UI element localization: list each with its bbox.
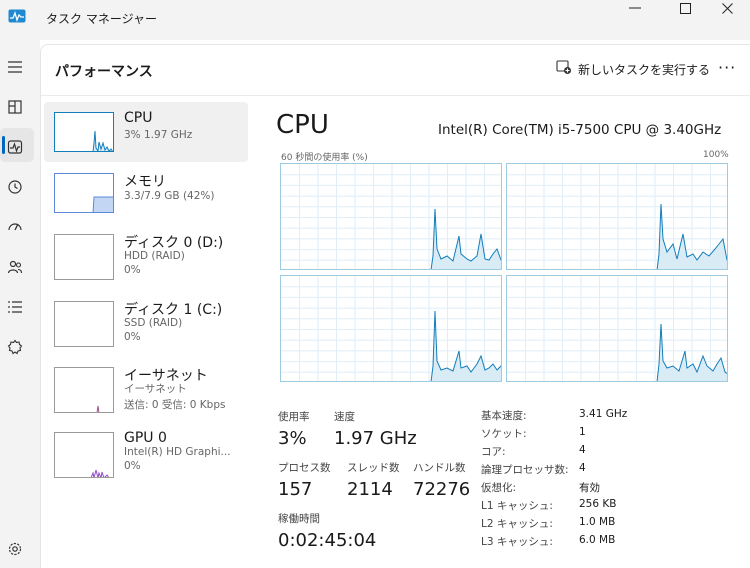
hamburger-icon[interactable] xyxy=(4,56,26,78)
maximize-button[interactable] xyxy=(662,0,708,16)
spec-key: 基本速度: xyxy=(481,410,527,422)
spec-value: 4 xyxy=(579,462,586,474)
resource-item-ethernet[interactable]: イーサネット イーサネット 送信: 0 受信: 0 Kbps xyxy=(44,357,248,417)
resource-name: GPU 0 xyxy=(124,430,167,446)
services-icon[interactable] xyxy=(4,336,26,358)
processes-value: 157 xyxy=(278,479,313,500)
spec-l2-cache: L2 キャッシュ: 1.0 MB xyxy=(481,516,721,534)
spec-key: ソケット: xyxy=(481,428,527,440)
cpu-core-graph-0 xyxy=(280,163,502,270)
spec-virtualization: 仮想化: 有効 xyxy=(481,480,721,498)
resource-name: CPU xyxy=(124,110,153,126)
resource-detail: Intel(R) HD Graphi... xyxy=(124,446,231,458)
cpu-thumbnail-graph xyxy=(54,112,114,152)
navigation-rail xyxy=(0,40,40,568)
resource-usage: 0% xyxy=(124,264,141,276)
disk-1-thumbnail-graph xyxy=(54,301,114,347)
resource-item-cpu[interactable]: CPU 3% 1.97 GHz xyxy=(44,102,248,162)
spec-key: L3 キャッシュ: xyxy=(481,536,553,548)
memory-thumbnail-graph xyxy=(54,173,114,213)
task-manager-app-icon xyxy=(8,8,26,23)
utilization-label: 使用率 xyxy=(278,411,310,423)
performance-icon[interactable] xyxy=(4,136,26,158)
resource-item-gpu-0[interactable]: GPU 0 Intel(R) HD Graphi... 0% xyxy=(44,422,248,482)
resource-detail: 3% 1.97 GHz xyxy=(124,129,193,141)
cpu-model-name: Intel(R) Core(TM) i5-7500 CPU @ 3.40GHz xyxy=(438,122,722,138)
spec-key: 仮想化: xyxy=(481,482,517,494)
resource-name: ディスク 1 (C:) xyxy=(124,302,223,318)
spec-l3-cache: L3 キャッシュ: 6.0 MB xyxy=(481,534,721,552)
spec-value: 1 xyxy=(579,426,586,438)
history-icon[interactable] xyxy=(4,176,26,198)
uptime-label: 稼働時間 xyxy=(278,513,320,525)
cpu-core-graph-1 xyxy=(506,163,728,270)
disk-0-thumbnail-graph xyxy=(54,234,114,280)
spec-value: 4 xyxy=(579,444,586,456)
utilization-value: 3% xyxy=(278,428,307,449)
close-button[interactable] xyxy=(704,0,750,16)
spec-value: 有効 xyxy=(579,482,600,494)
spec-value: 1.0 MB xyxy=(579,516,616,528)
run-new-task-button[interactable]: 新しいタスクを実行する xyxy=(556,60,710,78)
resource-name: ディスク 0 (D:) xyxy=(124,235,224,251)
resource-usage: 0% xyxy=(124,331,141,343)
spec-base-speed: 基本速度: 3.41 GHz xyxy=(481,408,721,426)
gpu-thumbnail-graph xyxy=(54,432,114,478)
spec-cores: コア: 4 xyxy=(481,444,721,462)
resource-item-disk-1[interactable]: ディスク 1 (C:) SSD (RAID) 0% xyxy=(44,291,248,351)
threads-value: 2114 xyxy=(347,479,393,500)
spec-value: 6.0 MB xyxy=(579,534,616,546)
spec-key: L2 キャッシュ: xyxy=(481,518,553,530)
ethernet-thumbnail-graph xyxy=(54,367,114,413)
resource-detail: 3.3/7.9 GB (42%) xyxy=(124,190,215,202)
spec-value: 3.41 GHz xyxy=(579,408,628,420)
users-icon[interactable] xyxy=(4,256,26,278)
resource-name: メモリ xyxy=(124,174,166,190)
speed-label: 速度 xyxy=(334,411,355,423)
resource-detail: イーサネット xyxy=(124,383,187,395)
graph-caption: 60 秒間の使用率 (%) xyxy=(281,153,368,163)
speed-value: 1.97 GHz xyxy=(334,428,417,449)
spec-sockets: ソケット: 1 xyxy=(481,426,721,444)
spec-key: コア: xyxy=(481,446,506,458)
new-task-icon xyxy=(556,60,572,78)
spec-l1-cache: L1 キャッシュ: 256 KB xyxy=(481,498,721,516)
new-task-label: 新しいタスクを実行する xyxy=(578,62,711,77)
more-options-button[interactable]: ··· xyxy=(718,58,736,77)
spec-logical-processors: 論理プロセッサ数: 4 xyxy=(481,462,721,480)
detail-title: CPU xyxy=(276,110,329,140)
resource-detail: SSD (RAID) xyxy=(124,317,183,329)
threads-label: スレッド数 xyxy=(347,462,400,474)
handles-label: ハンドル数 xyxy=(413,462,466,474)
cpu-core-graph-2 xyxy=(280,275,502,382)
spec-value: 256 KB xyxy=(579,498,617,510)
resource-detail: HDD (RAID) xyxy=(124,250,185,262)
window-title: タスク マネージャー xyxy=(46,12,157,26)
startup-icon[interactable] xyxy=(4,216,26,238)
page-title: パフォーマンス xyxy=(55,64,153,80)
details-icon[interactable] xyxy=(4,296,26,318)
cpu-core-graph-3 xyxy=(506,275,728,382)
resource-throughput: 送信: 0 受信: 0 Kbps xyxy=(124,399,226,411)
minimize-button[interactable] xyxy=(612,0,658,16)
spec-key: L1 キャッシュ: xyxy=(481,500,553,512)
processes-icon[interactable] xyxy=(4,96,26,118)
settings-icon[interactable] xyxy=(4,538,26,560)
processes-label: プロセス数 xyxy=(278,462,331,474)
spec-key: 論理プロセッサ数: xyxy=(481,464,569,476)
resource-usage: 0% xyxy=(124,460,141,472)
graph-max-label: 100% xyxy=(703,150,729,160)
resource-item-memory[interactable]: メモリ 3.3/7.9 GB (42%) xyxy=(44,163,248,223)
uptime-value: 0:02:45:04 xyxy=(278,530,377,551)
handles-value: 72276 xyxy=(413,479,471,500)
resource-item-disk-0[interactable]: ディスク 0 (D:) HDD (RAID) 0% xyxy=(44,224,248,284)
header-divider xyxy=(41,95,750,96)
title-bar: タスク マネージャー xyxy=(0,0,750,40)
